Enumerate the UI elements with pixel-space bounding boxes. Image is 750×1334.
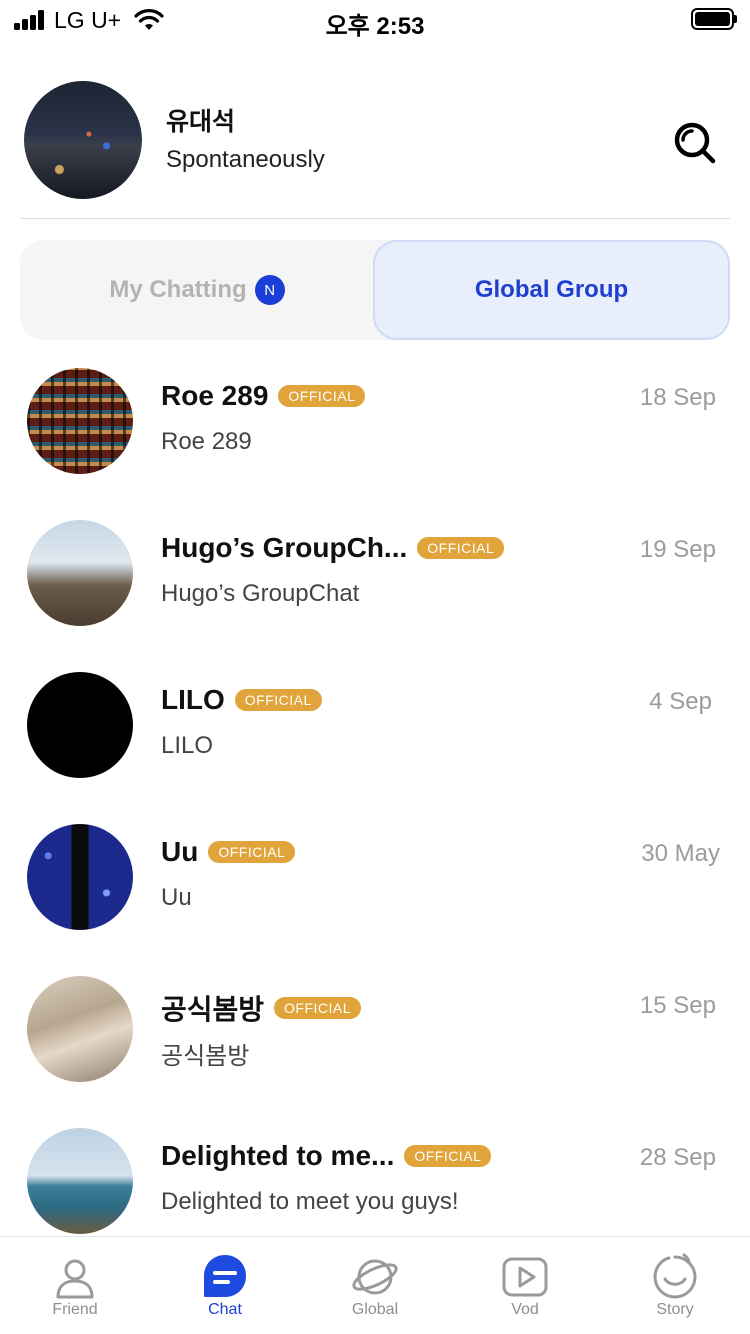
person-icon <box>56 1259 94 1299</box>
chat-title-row: 공식봄방 OFFICIAL <box>161 988 362 1028</box>
tab-global-group-label: Global Group <box>474 276 629 303</box>
chat-avatar <box>27 824 133 930</box>
nav-chat-label: Chat <box>208 1301 242 1318</box>
list-item[interactable]: 공식봄방 OFFICIAL 15 Sep 공식봄방 <box>0 952 750 1104</box>
nav-vod[interactable]: Vod <box>450 1237 600 1334</box>
play-video-icon <box>502 1257 548 1297</box>
profile-avatar[interactable] <box>24 81 142 199</box>
chat-name: Roe 289 <box>161 380 269 411</box>
chat-avatar <box>27 1128 133 1234</box>
group-chat-list[interactable]: Roe 289 OFFICIAL 18 Sep Roe 289 Hugo’s G… <box>0 344 750 1234</box>
chat-preview: Delighted to meet you guys! <box>161 1188 459 1215</box>
battery-icon <box>691 8 737 30</box>
chat-name: 공식봄방 <box>161 994 265 1025</box>
chat-screen: LG U+ 오후 2:53 유대석 Spontaneously My Chatt… <box>0 0 750 1334</box>
planet-icon <box>352 1259 398 1295</box>
nav-friend[interactable]: Friend <box>0 1237 150 1334</box>
chat-preview: Roe 289 <box>161 428 252 455</box>
chat-avatar <box>27 368 133 474</box>
chat-title-row: Delighted to me... OFFICIAL <box>161 1140 492 1172</box>
nav-friend-label: Friend <box>52 1301 98 1318</box>
chat-date: 28 Sep <box>639 1144 716 1171</box>
chat-date: 19 Sep <box>639 536 716 563</box>
list-item[interactable]: Roe 289 OFFICIAL 18 Sep Roe 289 <box>0 344 750 496</box>
tab-global-group[interactable]: Global Group <box>373 240 730 340</box>
new-badge: N <box>254 275 285 305</box>
chat-bubble-icon <box>204 1255 246 1297</box>
list-item[interactable]: LILO OFFICIAL 4 Sep LILO <box>0 648 750 800</box>
chat-name: Hugo’s GroupCh... <box>161 532 408 563</box>
tab-my-chatting[interactable]: My Chatting N <box>20 240 374 340</box>
official-badge: OFFICIAL <box>208 841 296 863</box>
official-badge: OFFICIAL <box>417 537 505 559</box>
nav-story[interactable]: Story <box>600 1237 750 1334</box>
chat-avatar <box>27 976 133 1082</box>
header-divider <box>20 218 730 219</box>
official-badge: OFFICIAL <box>274 997 362 1019</box>
official-badge: OFFICIAL <box>234 689 322 711</box>
chat-name: Delighted to me... <box>161 1140 395 1171</box>
story-face-icon <box>653 1253 697 1299</box>
list-item[interactable]: Hugo’s GroupCh... OFFICIAL 19 Sep Hugo’s… <box>0 496 750 648</box>
tab-my-chatting-label: My Chatting <box>109 276 247 303</box>
chat-preview: 공식봄방 <box>161 1043 250 1070</box>
nav-global-label: Global <box>351 1301 399 1318</box>
chat-avatar <box>27 520 133 626</box>
chat-date: 4 Sep <box>649 688 712 715</box>
official-badge: OFFICIAL <box>278 385 366 407</box>
chat-title-row: Roe 289 OFFICIAL <box>161 380 366 412</box>
chat-date: 30 May <box>641 840 720 867</box>
my-profile-header[interactable]: 유대석 Spontaneously <box>0 40 750 220</box>
search-icon[interactable] <box>672 120 718 166</box>
chat-date: 18 Sep <box>639 384 716 411</box>
nav-story-label: Story <box>656 1301 694 1318</box>
nav-global[interactable]: Global <box>300 1237 450 1334</box>
chat-title-row: Uu OFFICIAL <box>161 836 296 868</box>
chat-preview: LILO <box>161 732 214 759</box>
chat-date: 15 Sep <box>639 992 716 1019</box>
list-item[interactable]: Uu OFFICIAL 30 May Uu <box>0 800 750 952</box>
chat-name: LILO <box>161 684 225 715</box>
status-bar: LG U+ 오후 2:53 <box>0 0 750 40</box>
bottom-navigation: Friend Chat Global Vod Story <box>0 1236 750 1334</box>
chat-title-row: Hugo’s GroupCh... OFFICIAL <box>161 532 505 564</box>
chat-tab-switcher: My Chatting N Global Group <box>20 240 730 340</box>
chat-preview: Uu <box>161 884 192 911</box>
list-item[interactable]: Delighted to me... OFFICIAL 28 Sep Delig… <box>0 1104 750 1234</box>
chat-name: Uu <box>161 836 199 867</box>
profile-status-message: Spontaneously <box>166 146 325 173</box>
chat-preview: Hugo’s GroupChat <box>161 580 360 607</box>
chat-avatar <box>27 672 133 778</box>
nav-vod-label: Vod <box>511 1301 539 1318</box>
nav-chat[interactable]: Chat <box>150 1237 300 1334</box>
official-badge: OFFICIAL <box>404 1145 492 1167</box>
profile-name: 유대석 <box>166 108 236 136</box>
chat-title-row: LILO OFFICIAL <box>161 684 322 716</box>
status-time: 오후 2:53 <box>325 13 425 40</box>
